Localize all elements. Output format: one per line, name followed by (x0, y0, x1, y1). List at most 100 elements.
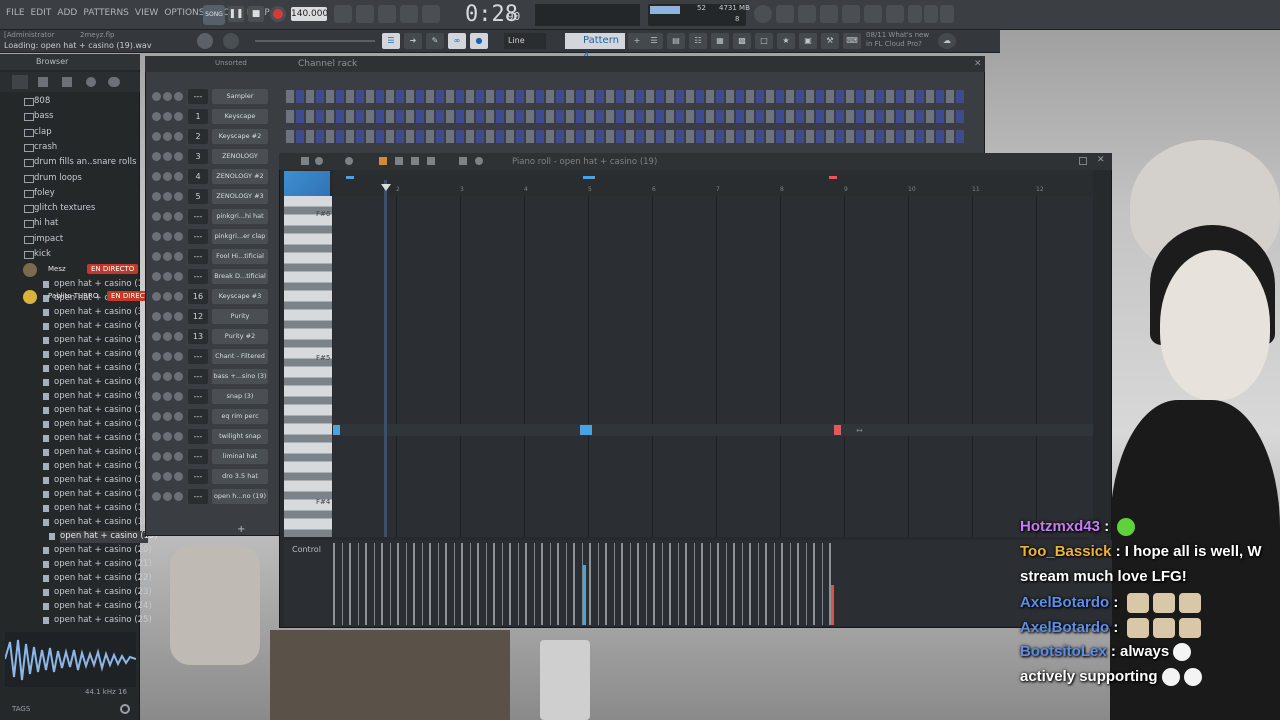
channel-volume-knob[interactable] (174, 392, 183, 401)
channel-mute-led[interactable] (152, 372, 161, 381)
channel-mute-led[interactable] (152, 212, 161, 221)
channel-name-button[interactable]: Chant - Filtered (212, 349, 268, 364)
step-sequencer-row[interactable] (286, 130, 966, 143)
step-edit-icon[interactable] (400, 5, 418, 23)
playlist-icon[interactable]: ☰ (645, 33, 663, 49)
pencil-icon[interactable] (379, 157, 387, 165)
browser-folder[interactable]: impact (23, 234, 63, 244)
channel-name-button[interactable]: ZENOLOGY #2 (212, 169, 268, 184)
channel-volume-knob[interactable] (174, 232, 183, 241)
wait-input-icon[interactable] (356, 5, 374, 23)
playback-icon[interactable] (345, 157, 353, 165)
channel-mixer-track[interactable]: --- (188, 389, 208, 404)
channel-pan-knob[interactable] (163, 172, 172, 181)
browser-menu-icon[interactable] (12, 75, 28, 89)
channel-name-button[interactable]: pinkgri...er clap (212, 229, 268, 244)
browser-file[interactable]: open hat + casino (24) (43, 601, 152, 611)
channel-rack-close-icon[interactable]: ✕ (974, 59, 982, 69)
channel-pan-knob[interactable] (163, 232, 172, 241)
channel-name-button[interactable]: Keyscape #3 (212, 289, 268, 304)
channel-pan-knob[interactable] (163, 272, 172, 281)
zoom-tool-icon[interactable] (475, 157, 483, 165)
channel-name-button[interactable]: Keyscape #2 (212, 129, 268, 144)
draw-icon[interactable]: ✎ (426, 33, 444, 49)
channel-mixer-track[interactable]: --- (188, 209, 208, 224)
velocity-bar-end[interactable] (831, 585, 834, 625)
delete-tool-icon[interactable] (411, 157, 419, 165)
channel-mute-led[interactable] (152, 132, 161, 141)
channel-volume-knob[interactable] (174, 112, 183, 121)
channel-volume-knob[interactable] (174, 92, 183, 101)
browser-folder[interactable]: 808 (23, 96, 50, 106)
channel-mute-led[interactable] (152, 232, 161, 241)
channel-name-button[interactable]: eq rim perc (212, 409, 268, 424)
link-icon[interactable]: ∞ (448, 33, 466, 49)
close-icon[interactable] (940, 5, 954, 23)
chat-username[interactable]: AxelBotardo (1020, 619, 1109, 636)
note[interactable] (580, 425, 592, 435)
channel-mute-led[interactable] (152, 492, 161, 501)
channel-name-button[interactable]: twilight snap (212, 429, 268, 444)
tempo-display[interactable]: 140.000 (291, 7, 328, 21)
channel-mixer-track[interactable]: 16 (188, 289, 208, 304)
channel-pan-knob[interactable] (163, 392, 172, 401)
channel-volume-knob[interactable] (174, 272, 183, 281)
news-panel[interactable]: 08/11 What's new in FL Cloud Pro? (866, 31, 929, 49)
channel-mixer-track[interactable]: --- (188, 89, 208, 104)
channel-mixer-track[interactable]: --- (188, 349, 208, 364)
browser-file[interactable]: open hat + casino (15) (43, 475, 152, 485)
undo-history-icon[interactable] (754, 5, 772, 23)
browser-file[interactable]: open hat + casino (5) (42, 335, 146, 345)
microphone-icon[interactable] (798, 5, 816, 23)
channel-volume-knob[interactable] (174, 412, 183, 421)
channel-volume-knob[interactable] (174, 492, 183, 501)
browser-folder[interactable]: clap (24, 127, 52, 137)
add-pattern-icon[interactable]: + (628, 33, 646, 49)
browser-folder[interactable]: drum fills an..snare rolls (23, 157, 136, 168)
channel-mute-led[interactable] (152, 92, 161, 101)
browser-folder[interactable]: bass (23, 111, 53, 122)
channel-mute-led[interactable] (152, 332, 161, 341)
channel-volume-knob[interactable] (174, 192, 183, 201)
channel-volume-knob[interactable] (174, 292, 183, 301)
mute-tool-icon[interactable] (427, 157, 435, 165)
master-pitch-knob[interactable] (223, 33, 239, 49)
channel-mute-led[interactable] (152, 472, 161, 481)
channel-volume-knob[interactable] (174, 152, 183, 161)
channel-pan-knob[interactable] (163, 412, 172, 421)
menu-options[interactable]: OPTIONS (164, 8, 204, 18)
browser-file[interactable]: open hat + casino (3) (42, 307, 146, 317)
browser-file[interactable]: open hat + casino (21) (43, 559, 152, 569)
browser-folder[interactable]: drum loops (24, 173, 82, 183)
channel-mixer-track[interactable]: --- (188, 249, 208, 264)
plugin-icon[interactable] (864, 5, 882, 23)
browser-file[interactable]: open hat + casino (25) (43, 615, 152, 625)
browser-file[interactable]: open hat + casino (6) (42, 349, 146, 359)
menu-view[interactable]: VIEW (135, 8, 158, 18)
search-icon[interactable] (120, 704, 130, 714)
channel-mixer-track[interactable]: 3 (188, 149, 208, 164)
channel-mixer-track[interactable]: --- (188, 449, 208, 464)
channel-pan-knob[interactable] (163, 292, 172, 301)
velocity-bar-selected[interactable] (583, 565, 586, 625)
browser-folder[interactable]: glitch textures (23, 203, 95, 214)
save-icon[interactable] (842, 5, 860, 23)
select-tool-icon[interactable] (459, 157, 467, 165)
minimize-icon[interactable] (908, 5, 922, 23)
channel-name-button[interactable]: dro 3.5 hat (212, 469, 268, 484)
channel-pan-knob[interactable] (163, 372, 172, 381)
master-slider[interactable] (255, 40, 375, 42)
channel-pan-knob[interactable] (163, 252, 172, 261)
channel-mute-led[interactable] (152, 432, 161, 441)
countdown-icon[interactable] (378, 5, 396, 23)
channel-name-button[interactable]: Sampler (212, 89, 268, 104)
maximize-icon[interactable] (924, 5, 938, 23)
cut-icon[interactable] (776, 5, 794, 23)
channel-mute-led[interactable] (152, 392, 161, 401)
metronome-icon[interactable] (334, 5, 352, 23)
chat-username[interactable]: Hotzmxd43 (1020, 518, 1100, 535)
browser-file[interactable]: open hat + casino (18) (43, 517, 152, 527)
browser-file[interactable]: open hat + casino (12) (43, 433, 152, 443)
browser-file[interactable]: open hat + casino (11) (43, 419, 152, 429)
channel-name-button[interactable]: liminal hat (212, 449, 268, 464)
